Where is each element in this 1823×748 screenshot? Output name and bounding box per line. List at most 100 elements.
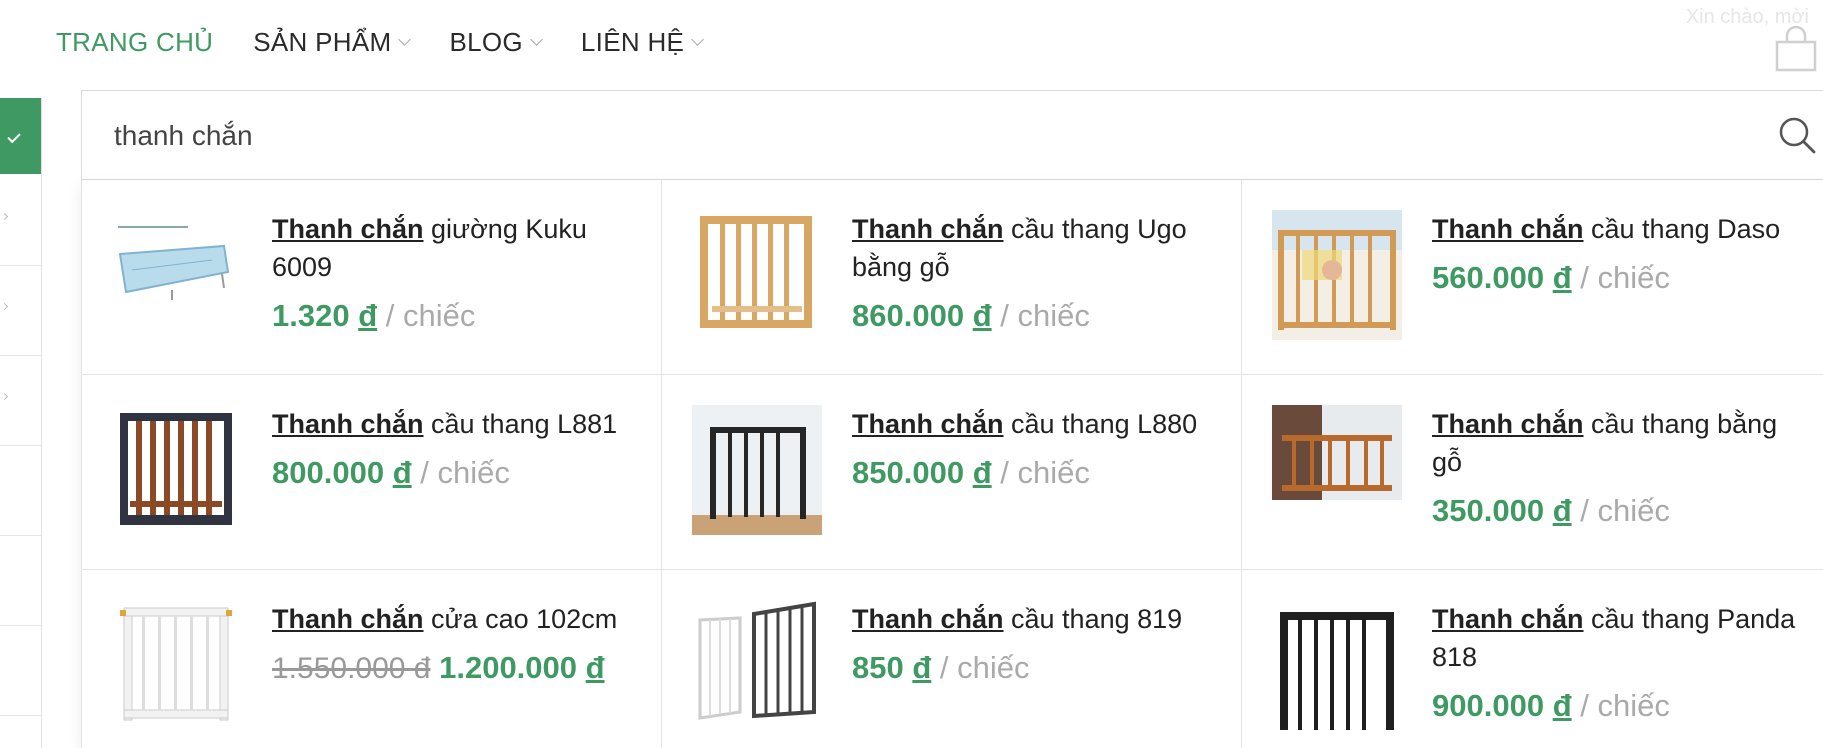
- price-amount: 860.000: [852, 298, 965, 333]
- product-title[interactable]: Thanh chắn giường Kuku 6009: [272, 210, 637, 286]
- product-price: 560.000 đ: [1432, 260, 1572, 295]
- price-unit: / chiếc: [1571, 688, 1670, 723]
- product-title[interactable]: Thanh chắn cầu thang Ugo bằng gỗ: [852, 210, 1217, 286]
- nav-item-label: LIÊN HỆ: [580, 26, 685, 57]
- search-highlight: Thanh chắn: [272, 604, 424, 634]
- product-price: 850.000 đ: [852, 455, 992, 490]
- chevron-down-icon: [398, 32, 412, 46]
- search-result-item[interactable]: Thanh chắn cầu thang 819 850 đ / chiếc: [662, 570, 1242, 748]
- nav-item-blog[interactable]: BLOG: [449, 26, 543, 58]
- price-line: 1.320 đ / chiếc: [272, 296, 637, 336]
- price-line: 850 đ / chiếc: [852, 648, 1217, 688]
- main-nav: TRANG CHỦ SẢN PHẨM BLOG LIÊN HỆ: [56, 20, 742, 64]
- product-price: 860.000 đ: [852, 298, 992, 333]
- product-image: [120, 607, 232, 721]
- divider: [0, 625, 41, 626]
- product-image: [1272, 405, 1402, 500]
- product-title[interactable]: Thanh chắn cầu thang L881: [272, 405, 637, 443]
- search-highlight: Thanh chắn: [272, 409, 424, 439]
- product-title[interactable]: Thanh chắn cầu thang bằng gỗ: [1432, 405, 1797, 481]
- product-price: 900.000 đ: [1432, 688, 1572, 723]
- price-amount: 350.000: [1432, 493, 1545, 528]
- product-name-rest: cầu thang 819: [1003, 604, 1183, 634]
- product-price: 1.320 đ: [272, 298, 377, 333]
- chevron-right-icon[interactable]: [0, 302, 9, 311]
- product-image: [112, 210, 242, 340]
- price-unit: / chiếc: [1571, 260, 1670, 295]
- search-highlight: Thanh chắn: [852, 604, 1004, 634]
- price-amount: 1.320: [272, 298, 350, 333]
- product-title[interactable]: Thanh chắn cầu thang 819: [852, 600, 1217, 638]
- product-name-rest: cầu thang L880: [1003, 409, 1198, 439]
- search-icon[interactable]: [1777, 115, 1817, 155]
- product-title[interactable]: Thanh chắn cầu thang L880: [852, 405, 1217, 443]
- price-amount: 800.000: [272, 455, 385, 490]
- divider: [0, 355, 41, 356]
- product-title[interactable]: Thanh chắn cầu thang Panda 818: [1432, 600, 1797, 676]
- search-result-item[interactable]: Thanh chắn cầu thang L880 850.000 đ / ch…: [662, 375, 1242, 570]
- divider: [0, 535, 41, 536]
- chevron-right-icon[interactable]: [0, 392, 9, 401]
- divider: [0, 715, 41, 716]
- search-result-item[interactable]: Thanh chắn cầu thang bằng gỗ 350.000 đ /…: [1242, 375, 1823, 570]
- search-result-item[interactable]: Thanh chắn cầu thang L881 800.000 đ / ch…: [82, 375, 662, 570]
- search-result-item[interactable]: Thanh chắn cầu thang Daso 560.000 đ / ch…: [1242, 180, 1823, 375]
- price-unit: / chiếc: [377, 298, 476, 333]
- currency-symbol: đ: [1552, 493, 1572, 528]
- price-line: 800.000 đ / chiếc: [272, 453, 637, 493]
- product-name-rest: cầu thang Daso: [1583, 214, 1781, 244]
- product-title[interactable]: Thanh chắn cầu thang Daso: [1432, 210, 1797, 248]
- search-result-item[interactable]: Thanh chắn cầu thang Panda 818 900.000 đ…: [1242, 570, 1823, 748]
- product-image: [1272, 210, 1402, 340]
- price-unit: / chiếc: [411, 455, 510, 490]
- product-title[interactable]: Thanh chắn cửa cao 102cm: [272, 600, 637, 638]
- divider: [0, 265, 41, 266]
- currency-symbol: đ: [1552, 688, 1572, 723]
- product-name-rest: cầu thang L881: [423, 409, 618, 439]
- price-line: 900.000 đ / chiếc: [1432, 686, 1797, 726]
- nav-item-products[interactable]: SẢN PHẨM: [253, 26, 412, 58]
- price-unit: / chiếc: [1571, 493, 1670, 528]
- price-amount: 1.200.000: [439, 650, 578, 685]
- currency-symbol: đ: [972, 298, 992, 333]
- sidebar-active-item[interactable]: [0, 98, 41, 174]
- price-line: 1.550.000 đ 1.200.000 đ: [272, 648, 637, 689]
- currency-symbol: đ: [1552, 260, 1572, 295]
- currency-symbol: đ: [912, 650, 932, 685]
- search-result-item[interactable]: Thanh chắn giường Kuku 6009 1.320 đ / ch…: [82, 180, 662, 375]
- price-unit: / chiếc: [991, 455, 1090, 490]
- old-price: 1.550.000 đ: [272, 652, 431, 685]
- product-image: [698, 601, 816, 720]
- chevron-down-icon: [530, 32, 543, 46]
- chevron-right-icon[interactable]: [0, 212, 9, 221]
- nav-item-label: SẢN PHẨM: [253, 26, 392, 57]
- search-input[interactable]: [112, 91, 1716, 181]
- price-amount: 850: [852, 650, 904, 685]
- product-image: [700, 216, 812, 328]
- nav-item-label: TRANG CHỦ: [56, 26, 214, 57]
- product-price: 350.000 đ: [1432, 493, 1572, 528]
- product-price: 850 đ: [852, 650, 931, 685]
- price-line: 850.000 đ / chiếc: [852, 453, 1217, 493]
- search-result-item[interactable]: Thanh chắn cầu thang Ugo bằng gỗ 860.000…: [662, 180, 1242, 375]
- nav-item-label: BLOG: [449, 26, 523, 57]
- price-unit: / chiếc: [931, 650, 1030, 685]
- price-unit: / chiếc: [991, 298, 1090, 333]
- price-amount: 900.000: [1432, 688, 1545, 723]
- shopping-bag-icon[interactable]: [1773, 26, 1819, 72]
- search-highlight: Thanh chắn: [852, 409, 1004, 439]
- search-box: [81, 90, 1823, 181]
- search-results: Thanh chắn giường Kuku 6009 1.320 đ / ch…: [81, 180, 1823, 748]
- currency-symbol: đ: [392, 455, 412, 490]
- divider: [0, 445, 41, 446]
- nav-item-home[interactable]: TRANG CHỦ: [56, 27, 213, 58]
- check-icon: [6, 129, 21, 143]
- currency-symbol: đ: [585, 650, 605, 685]
- product-image: [120, 413, 232, 525]
- search-highlight: Thanh chắn: [852, 214, 1004, 244]
- search-highlight: Thanh chắn: [1432, 604, 1584, 634]
- nav-item-contact[interactable]: LIÊN HỆ: [580, 26, 705, 58]
- currency-symbol: đ: [358, 298, 378, 333]
- price-amount: 560.000: [1432, 260, 1545, 295]
- search-result-item[interactable]: Thanh chắn cửa cao 102cm 1.550.000 đ 1.2…: [82, 570, 662, 748]
